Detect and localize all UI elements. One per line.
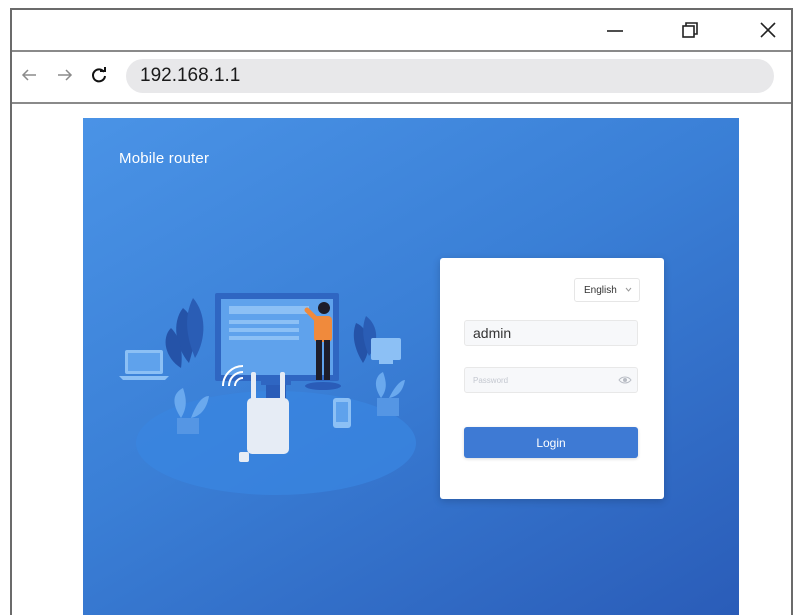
forward-button[interactable] xyxy=(54,64,76,86)
arrow-left-icon xyxy=(21,69,36,81)
reload-button[interactable] xyxy=(88,64,110,86)
title-bar xyxy=(12,10,791,52)
browser-window: 192.168.1.1 Mobile router English admin … xyxy=(10,8,793,615)
password-field[interactable] xyxy=(464,367,638,393)
brand-title: Mobile router xyxy=(119,150,210,167)
login-button[interactable]: Login xyxy=(464,427,638,458)
navigation-bar: 192.168.1.1 xyxy=(12,52,791,104)
arrow-right-icon xyxy=(58,69,73,81)
page-viewport: Mobile router English admin Login xyxy=(12,104,791,615)
login-card: English Login xyxy=(440,258,664,499)
back-button[interactable] xyxy=(18,64,40,86)
close-button[interactable] xyxy=(738,10,791,50)
reload-icon xyxy=(92,67,106,83)
restore-button[interactable] xyxy=(660,10,720,50)
restore-icon xyxy=(682,22,698,38)
chevron-down-icon xyxy=(625,287,632,292)
username-field[interactable] xyxy=(464,320,638,346)
router-illustration xyxy=(119,293,416,495)
address-bar[interactable]: 192.168.1.1 xyxy=(126,59,774,93)
login-banner: Mobile router English admin Login xyxy=(83,118,739,615)
language-value: English xyxy=(584,284,617,296)
minimize-icon xyxy=(607,30,623,32)
language-select[interactable]: English xyxy=(574,278,640,302)
address-text: 192.168.1.1 xyxy=(140,65,241,86)
close-icon xyxy=(760,22,776,38)
minimize-button[interactable] xyxy=(585,10,645,50)
eye-icon[interactable] xyxy=(618,375,632,385)
